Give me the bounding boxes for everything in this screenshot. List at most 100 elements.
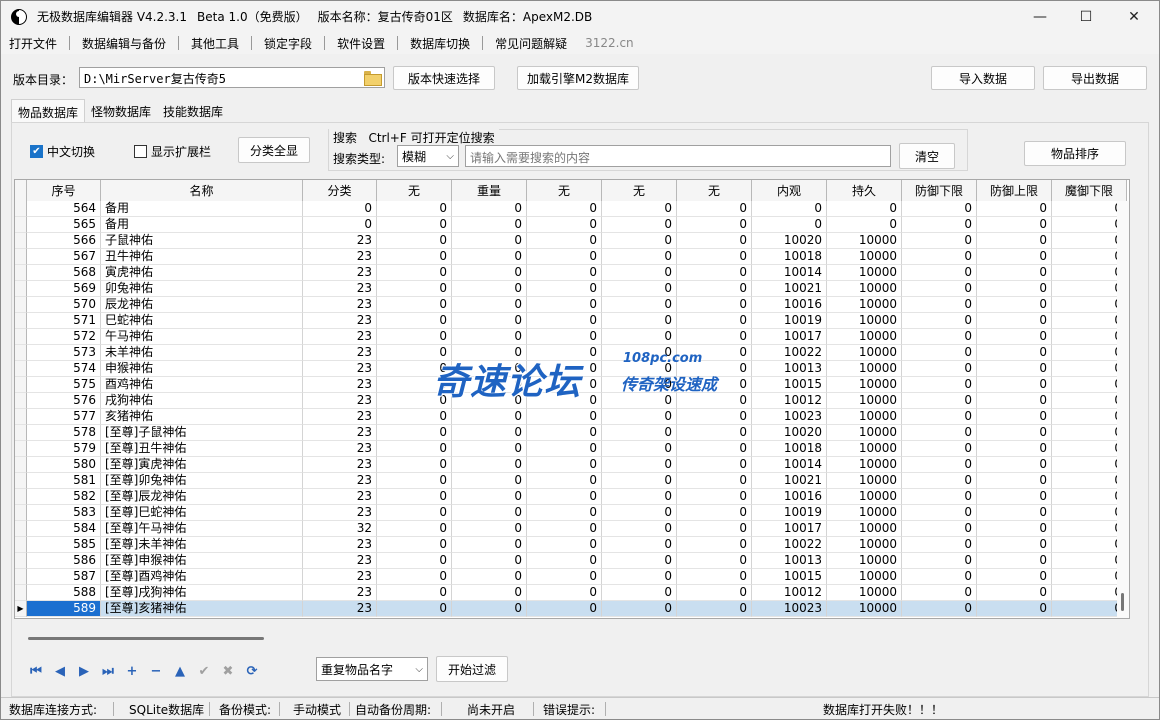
col-none-4-cell[interactable]: 0: [677, 233, 752, 249]
col-none-1-cell[interactable]: 0: [377, 521, 452, 537]
col-ac-max-cell[interactable]: 0: [977, 265, 1052, 281]
site-link[interactable]: 3122.cn: [585, 36, 634, 50]
col-none-2-cell[interactable]: 0: [527, 393, 602, 409]
col-none-4-cell[interactable]: 0: [677, 393, 752, 409]
col-ac-min-cell[interactable]: 0: [902, 553, 977, 569]
version-path-input[interactable]: D:\MirServer复古传奇5: [79, 67, 385, 88]
col-none-2-cell[interactable]: 0: [527, 601, 602, 617]
show-ext-checkbox[interactable]: 显示扩展栏: [134, 143, 211, 160]
col-durability-cell[interactable]: 10000: [827, 521, 902, 537]
col-none-4-cell[interactable]: 0: [677, 457, 752, 473]
col-mac-min-cell[interactable]: 0: [1052, 361, 1127, 377]
show-all-category-button[interactable]: 分类全显: [238, 137, 310, 163]
col-mac-min-cell[interactable]: 0: [1052, 553, 1127, 569]
edit-record-icon[interactable]: ▲: [168, 659, 192, 683]
col-name-cell[interactable]: [至尊]卯兔神佑: [101, 473, 303, 489]
col-none-4-cell[interactable]: 0: [677, 377, 752, 393]
col-none-3-cell[interactable]: 0: [602, 281, 677, 297]
col-none-4-cell[interactable]: 0: [677, 441, 752, 457]
col-none-4-cell[interactable]: 0: [677, 345, 752, 361]
col-durability-cell[interactable]: 10000: [827, 585, 902, 601]
col-index-cell[interactable]: 580: [27, 457, 101, 473]
col-index-cell[interactable]: 572: [27, 329, 101, 345]
col-index-cell[interactable]: 587: [27, 569, 101, 585]
row-indicator[interactable]: [15, 569, 27, 585]
col-none-1-cell[interactable]: 0: [377, 409, 452, 425]
col-weight-cell[interactable]: 0: [452, 281, 527, 297]
col-ac-min-cell[interactable]: 0: [902, 361, 977, 377]
col-index-cell[interactable]: 564: [27, 201, 101, 217]
col-name-cell[interactable]: [至尊]丑牛神佑: [101, 441, 303, 457]
col-mac-min-cell[interactable]: 0: [1052, 281, 1127, 297]
col-durability-cell[interactable]: 10000: [827, 313, 902, 329]
row-indicator[interactable]: [15, 425, 27, 441]
col-name-cell[interactable]: 未羊神佑: [101, 345, 303, 361]
col-none-2-cell[interactable]: 0: [527, 297, 602, 313]
col-none-2-header[interactable]: 无: [527, 180, 602, 201]
col-none-4-cell[interactable]: 0: [677, 329, 752, 345]
col-ac-min-cell[interactable]: 0: [902, 601, 977, 617]
col-name-cell[interactable]: [至尊]戌狗神佑: [101, 585, 303, 601]
col-ac-min-cell[interactable]: 0: [902, 521, 977, 537]
table-row[interactable]: 584[至尊]午马神佑32000001001710000000: [15, 521, 1129, 537]
col-weight-cell[interactable]: 0: [452, 377, 527, 393]
col-none-4-cell[interactable]: 0: [677, 217, 752, 233]
col-mac-min-cell[interactable]: 0: [1052, 377, 1127, 393]
row-indicator[interactable]: [15, 249, 27, 265]
col-ac-max-cell[interactable]: 0: [977, 521, 1052, 537]
col-category-cell[interactable]: 23: [303, 313, 377, 329]
col-none-3-cell[interactable]: 0: [602, 457, 677, 473]
table-row[interactable]: 578[至尊]子鼠神佑23000001002010000000: [15, 425, 1129, 441]
col-mac-min-cell[interactable]: 0: [1052, 505, 1127, 521]
col-none-3-cell[interactable]: 0: [602, 361, 677, 377]
col-mac-min-cell[interactable]: 0: [1052, 345, 1127, 361]
col-none-1-cell[interactable]: 0: [377, 569, 452, 585]
col-none-4-header[interactable]: 无: [677, 180, 752, 201]
col-durability-cell[interactable]: 10000: [827, 489, 902, 505]
search-input[interactable]: 请输入需要搜索的内容: [465, 145, 891, 167]
col-look-cell[interactable]: 10019: [752, 505, 827, 521]
col-ac-max-cell[interactable]: 0: [977, 233, 1052, 249]
refresh-icon[interactable]: ⟳: [240, 659, 264, 683]
col-index-cell[interactable]: 570: [27, 297, 101, 313]
col-index-cell[interactable]: 566: [27, 233, 101, 249]
row-indicator[interactable]: [15, 473, 27, 489]
col-category-cell[interactable]: 23: [303, 553, 377, 569]
col-look-cell[interactable]: 10015: [752, 377, 827, 393]
maximize-button[interactable]: ☐: [1063, 1, 1109, 32]
col-mac-min-cell[interactable]: 0: [1052, 201, 1127, 217]
col-look-cell[interactable]: 10014: [752, 457, 827, 473]
col-weight-cell[interactable]: 0: [452, 329, 527, 345]
col-index-cell[interactable]: 578: [27, 425, 101, 441]
table-row[interactable]: 569卯兔神佑23000001002110000000: [15, 281, 1129, 297]
col-name-cell[interactable]: 酉鸡神佑: [101, 377, 303, 393]
col-weight-header[interactable]: 重量: [452, 180, 527, 201]
col-category-cell[interactable]: 23: [303, 569, 377, 585]
col-index-cell[interactable]: 577: [27, 409, 101, 425]
row-indicator[interactable]: ▶: [15, 601, 27, 617]
col-ac-max-cell[interactable]: 0: [977, 393, 1052, 409]
col-name-cell[interactable]: 戌狗神佑: [101, 393, 303, 409]
col-none-3-cell[interactable]: 0: [602, 201, 677, 217]
vertical-scroll-thumb[interactable]: [1121, 593, 1124, 611]
table-row[interactable]: 587[至尊]酉鸡神佑23000001001510000000: [15, 569, 1129, 585]
col-name-cell[interactable]: [至尊]未羊神佑: [101, 537, 303, 553]
table-row[interactable]: 577亥猪神佑23000001002310000000: [15, 409, 1129, 425]
col-index-cell[interactable]: 571: [27, 313, 101, 329]
col-ac-min-cell[interactable]: 0: [902, 297, 977, 313]
folder-icon[interactable]: [364, 71, 382, 86]
col-none-1-cell[interactable]: 0: [377, 393, 452, 409]
col-ac-max-cell[interactable]: 0: [977, 425, 1052, 441]
minimize-button[interactable]: —: [1017, 1, 1063, 32]
col-weight-cell[interactable]: 0: [452, 409, 527, 425]
col-none-2-cell[interactable]: 0: [527, 201, 602, 217]
col-none-3-cell[interactable]: 0: [602, 601, 677, 617]
col-ac-max-cell[interactable]: 0: [977, 377, 1052, 393]
col-none-1-cell[interactable]: 0: [377, 217, 452, 233]
col-none-1-cell[interactable]: 0: [377, 249, 452, 265]
col-durability-cell[interactable]: 10000: [827, 409, 902, 425]
col-weight-cell[interactable]: 0: [452, 585, 527, 601]
col-durability-cell[interactable]: 10000: [827, 249, 902, 265]
col-none-2-cell[interactable]: 0: [527, 265, 602, 281]
col-none-3-cell[interactable]: 0: [602, 585, 677, 601]
